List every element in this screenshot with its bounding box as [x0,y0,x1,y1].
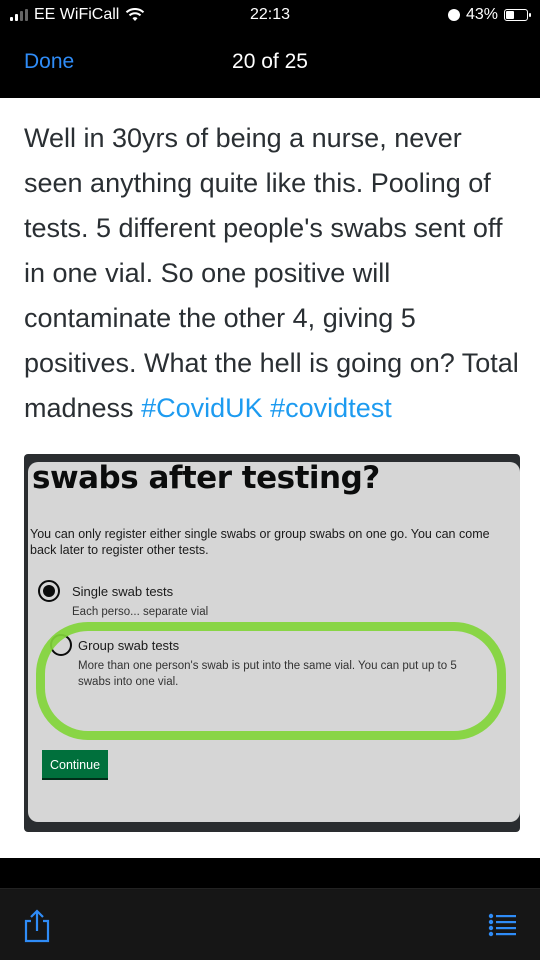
form-hint: You can only register either single swab… [30,527,490,557]
battery-icon [504,9,531,21]
tweet-text: Well in 30yrs of being a nurse, never se… [24,116,524,431]
single-swab-radio [38,580,60,602]
continue-button: Continue [42,750,109,780]
single-swab-hint: Each perso... separate vial [72,606,209,618]
tweet-body: Well in 30yrs of being a nurse, never se… [24,123,519,423]
battery-percent: 43% [465,6,498,23]
battery-group: 43% [447,6,531,24]
list-icon[interactable] [488,913,516,937]
photo-counter: 20 of 25 [232,50,308,73]
status-bar: EE WiFiCall 22:13 43% [0,0,540,32]
single-swab-label: Single swab tests [72,584,174,599]
highlighter-circle [36,622,506,740]
alarm-icon [447,9,460,21]
viewer-nav-bar: Done 20 of 25 [0,32,540,92]
photographed-screen: swabs after testing? You can only regist… [28,460,520,822]
viewed-image: Well in 30yrs of being a nurse, never se… [0,98,540,858]
bottom-toolbar [0,888,540,960]
hashtag: #covidtest [270,393,392,423]
embedded-photo: swabs after testing? You can only regist… [24,454,520,832]
share-icon[interactable] [22,909,52,943]
form-heading: swabs after testing? [32,460,380,496]
hashtag: #CovidUK [141,393,263,423]
